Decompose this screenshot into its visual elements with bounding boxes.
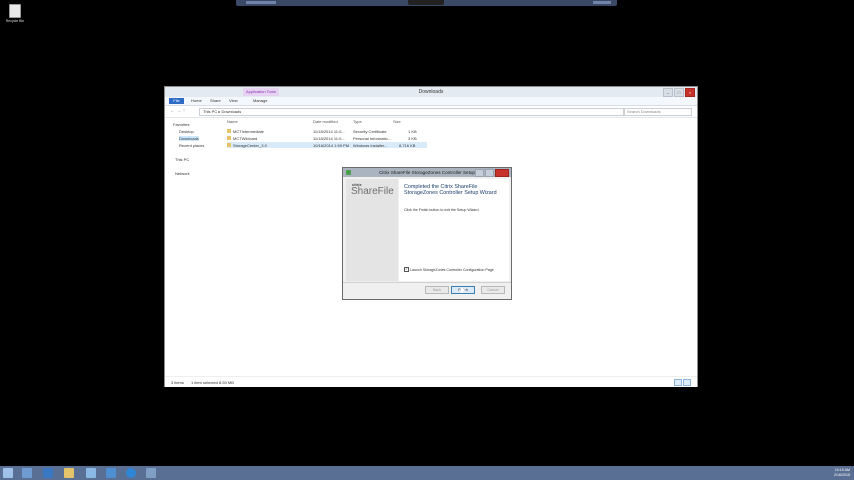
close-button[interactable]: × [685,88,695,97]
remote-bar-left-controls[interactable] [246,1,276,4]
explorer-title: Downloads [418,89,444,95]
address-row: ← → ↑ This PC ▸ Downloads Search Downloa… [165,106,697,118]
file-row[interactable]: MCTWildcard 11/18/2014 11:0... Personal … [227,135,427,141]
status-item-count: 3 items [171,380,184,385]
cancel-button[interactable]: Cancel [481,286,505,294]
file-row[interactable]: MCTIntermediate 11/18/2014 11:0... Secur… [227,128,427,134]
launch-config-label: Launch StorageZones Controller Configura… [410,267,494,272]
column-date[interactable]: Date modified [313,119,338,124]
setup-taskbar-icon[interactable] [146,468,156,478]
taskbar-app-icon[interactable] [86,468,96,478]
navigation-pane: Favorites Desktop Downloads Recent place… [165,118,221,373]
back-forward-icons[interactable]: ← → ↑ [170,108,185,114]
status-selected: 1 item selected 8.50 MB [191,380,234,385]
nav-desktop[interactable]: Desktop [179,129,194,134]
certificate-icon [227,136,231,140]
installer-icon [227,143,231,147]
large-icons-view-icon[interactable] [683,379,691,386]
column-type[interactable]: Type [353,119,362,124]
search-input[interactable]: Search Downloads [624,108,692,116]
dialog-maximize-button[interactable] [485,169,494,177]
ribbon-tabs: File Home Share View Manage [165,97,697,106]
certificate-icon [227,129,231,133]
nav-recent-places[interactable]: Recent places [179,143,204,148]
dialog-body: Click the Finish button to exit the Setu… [404,208,480,212]
maximize-button[interactable]: □ [674,88,684,97]
dialog-heading: Completed the Citrix ShareFile StorageZo… [404,184,497,196]
back-button[interactable]: Back [425,286,449,294]
recycle-bin-icon [9,4,21,18]
nav-downloads[interactable]: Downloads [179,136,199,141]
launch-config-checkbox-row[interactable]: ✓ Launch StorageZones Controller Configu… [404,267,494,272]
taskbar-app-icon-2[interactable] [106,468,116,478]
recycle-bin-desktop-icon[interactable]: Recycle Bin [4,4,26,23]
remote-bar-window-controls[interactable] [593,1,611,4]
tab-view[interactable]: View [229,98,238,104]
minimize-button[interactable]: – [663,88,673,97]
tab-manage[interactable]: Manage [253,98,267,104]
start-button-icon[interactable] [3,468,13,478]
dialog-footer: Back Finish Cancel [343,282,511,299]
file-row-selected[interactable]: StorageCenter_3.0 10/16/2014 1:59 PM Win… [227,142,427,148]
server-manager-icon[interactable] [22,468,32,478]
dialog-side-banner: citrix ShareFile [346,179,398,281]
setup-dialog: Citrix ShareFile StorageZones Controller… [342,167,512,300]
nav-network[interactable]: Network [175,171,190,176]
file-list-header: Name Date modified Type Size [227,119,687,125]
remote-connection-bar[interactable] [236,0,617,6]
internet-explorer-icon[interactable] [126,468,136,478]
tab-share[interactable]: Share [210,98,221,104]
column-size[interactable]: Size [393,119,401,124]
tab-home[interactable]: Home [191,98,202,104]
recycle-bin-label: Recycle Bin [5,19,25,23]
address-bar[interactable]: This PC ▸ Downloads [199,108,624,116]
taskbar: 10:15 AM 2/16/2015 [0,466,854,480]
dialog-close-button[interactable] [495,169,509,177]
system-clock[interactable]: 10:15 AM 2/16/2015 [834,468,850,478]
status-bar: 3 items 1 item selected 8.50 MB [165,376,697,387]
checkbox-checked-icon[interactable]: ✓ [404,267,409,272]
sharefile-logo: ShareFile [351,186,394,197]
dialog-minimize-button[interactable] [475,169,484,177]
tab-file[interactable]: File [169,98,184,104]
nav-favorites[interactable]: Favorites [173,122,189,127]
file-explorer-icon[interactable] [64,468,74,478]
column-name[interactable]: Name [227,119,238,124]
nav-this-pc[interactable]: This PC [175,157,189,162]
powershell-icon[interactable] [43,468,53,478]
remote-bar-center-tab[interactable] [408,0,444,5]
dialog-title-bar[interactable]: Citrix ShareFile StorageZones Controller… [343,168,511,177]
details-view-icon[interactable] [674,379,682,386]
dialog-content: Completed the Citrix ShareFile StorageZo… [399,179,509,281]
explorer-title-bar[interactable]: Application Tools Downloads – □ × [165,87,697,97]
